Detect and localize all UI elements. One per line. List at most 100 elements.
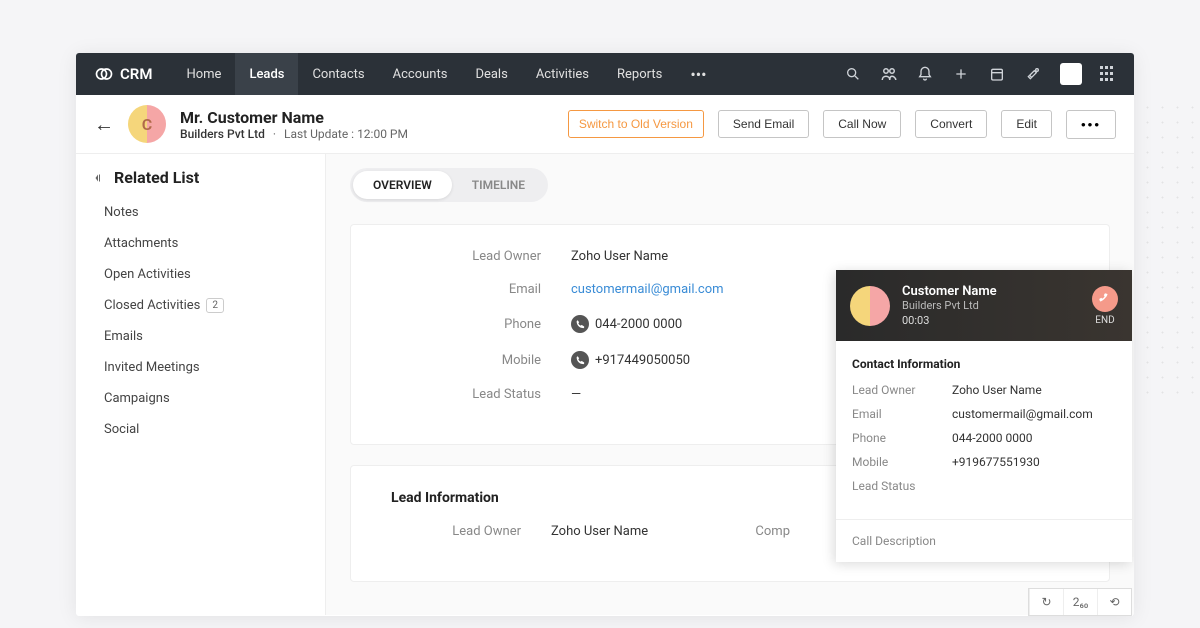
sidebar-item-label: Closed Activities [104,298,200,313]
call-field-value: +919677551930 [952,455,1040,469]
tab-timeline[interactable]: TIMELINE [452,171,545,199]
nav-tabs: Home Leads Contacts Accounts Deals Activ… [172,53,720,95]
nav-tab-activities[interactable]: Activities [522,53,603,95]
call-field: Emailcustomermail@gmail.com [852,407,1116,421]
call-field-label: Email [852,407,952,421]
field-value: Zoho User Name [571,249,668,264]
dock-item-icon[interactable]: 2₆₀ [1063,589,1097,615]
dock-refresh-icon[interactable]: ↻ [1029,589,1063,615]
last-update-label: Last Update : 12:00 PM [284,127,408,141]
call-popup-header: Customer Name Builders Pvt Ltd 00:03 END [836,270,1132,341]
decorative-dots [1140,100,1200,400]
field-value-phone: 044-2000 0000 [571,315,682,333]
field-label: Lead Owner [391,524,521,539]
nav-tab-label: Home [186,67,221,82]
call-end-block: END [1092,286,1118,326]
send-email-button[interactable]: Send Email [718,110,809,138]
calendar-icon[interactable] [988,65,1006,83]
phone-icon[interactable] [571,315,589,333]
plus-icon[interactable] [952,65,970,83]
call-customer-name: Customer Name [902,284,1080,299]
user-avatar[interactable] [1060,63,1082,85]
logo-icon [94,64,114,84]
field-label: Mobile [411,353,541,368]
end-call-button[interactable] [1092,286,1118,312]
sidebar-item-label: Social [104,422,139,437]
nav-tab-contacts[interactable]: Contacts [298,53,378,95]
call-field-value: Zoho User Name [952,383,1042,397]
contact-info-title: Contact Information [852,357,1116,371]
nav-tab-label: Activities [536,67,589,82]
call-field: Lead OwnerZoho User Name [852,383,1116,397]
users-icon[interactable] [880,65,898,83]
dock-history-icon[interactable]: ⟲ [1097,589,1131,615]
sidebar-item-campaigns[interactable]: Campaigns [76,383,325,414]
sidebar-item-attachments[interactable]: Attachments [76,228,325,259]
nav-tab-accounts[interactable]: Accounts [379,53,462,95]
phone-icon[interactable] [571,351,589,369]
search-icon[interactable] [844,65,862,83]
pill-tab-label: OVERVIEW [373,178,432,192]
bell-icon[interactable] [916,65,934,83]
call-field-label: Lead Owner [852,383,952,397]
call-field: Lead Status [852,479,1116,493]
nav-tab-label: Leads [249,67,284,82]
tab-overview[interactable]: OVERVIEW [353,171,452,199]
sidebar-item-social[interactable]: Social [76,414,325,445]
apps-grid-icon[interactable] [1100,66,1116,82]
topbar-icons [844,63,1116,85]
field-value-email[interactable]: customermail@gmail.com [571,282,724,297]
pill-tab-label: TIMELINE [472,178,525,192]
sidebar-item-invited-meetings[interactable]: Invited Meetings [76,352,325,383]
edit-button[interactable]: Edit [1001,110,1052,138]
lead-name: Mr. Customer Name [180,108,408,127]
collapse-icon[interactable] [94,172,106,184]
field-row: Lead Owner Zoho User Name [391,524,730,539]
button-label: Send Email [733,117,794,131]
field-value: Zoho User Name [551,524,648,539]
nav-tab-label: Accounts [393,67,448,82]
call-avatar [850,286,890,326]
switch-old-version-button[interactable]: Switch to Old Version [568,110,704,138]
field-label: Lead Status [411,387,541,402]
tools-icon[interactable] [1024,65,1042,83]
call-field-label: Lead Status [852,479,952,493]
nav-tab-leads[interactable]: Leads [235,53,298,95]
sidebar-item-closed-activities[interactable]: Closed Activities2 [76,290,325,321]
sidebar-item-label: Invited Meetings [104,360,200,375]
more-actions-button[interactable]: ••• [1066,110,1116,139]
field-label: Email [411,282,541,297]
app-window: CRM Home Leads Contacts Accounts Deals A… [76,53,1134,616]
sidebar-title: Related List [114,168,199,187]
nav-more-icon[interactable]: ••• [676,53,720,95]
call-company: Builders Pvt Ltd [902,299,1080,312]
back-arrow-icon[interactable]: ← [94,112,114,137]
nav-tab-label: Contacts [312,67,364,82]
call-popup-body: Contact Information Lead OwnerZoho User … [836,341,1132,519]
lead-avatar: C [128,105,166,143]
lead-title-block: Mr. Customer Name Builders Pvt Ltd · Las… [180,108,408,141]
call-field-label: Phone [852,431,952,445]
phone-number: 044-2000 0000 [595,317,682,332]
lead-subtitle: Builders Pvt Ltd · Last Update : 12:00 P… [180,127,408,141]
sidebar-item-label: Notes [104,205,139,220]
field-label: Comp [730,524,790,539]
call-description-input[interactable]: Call Description [836,519,1132,562]
call-field-label: Mobile [852,455,952,469]
sidebar-item-emails[interactable]: Emails [76,321,325,352]
sidebar-item-notes[interactable]: Notes [76,197,325,228]
convert-button[interactable]: Convert [915,110,987,138]
button-label: Call Now [838,117,886,131]
call-info: Customer Name Builders Pvt Ltd 00:03 [902,284,1080,327]
bottom-dock: ↻ 2₆₀ ⟲ [1028,588,1132,616]
call-field: Mobile+919677551930 [852,455,1116,469]
sidebar-header: Related List [76,168,325,197]
nav-tab-deals[interactable]: Deals [461,53,521,95]
sidebar-item-label: Emails [104,329,143,344]
call-now-button[interactable]: Call Now [823,110,901,138]
nav-tab-home[interactable]: Home [172,53,235,95]
sidebar-item-open-activities[interactable]: Open Activities [76,259,325,290]
nav-tab-label: Reports [617,67,662,82]
nav-tab-reports[interactable]: Reports [603,53,676,95]
field-label: Phone [411,317,541,332]
